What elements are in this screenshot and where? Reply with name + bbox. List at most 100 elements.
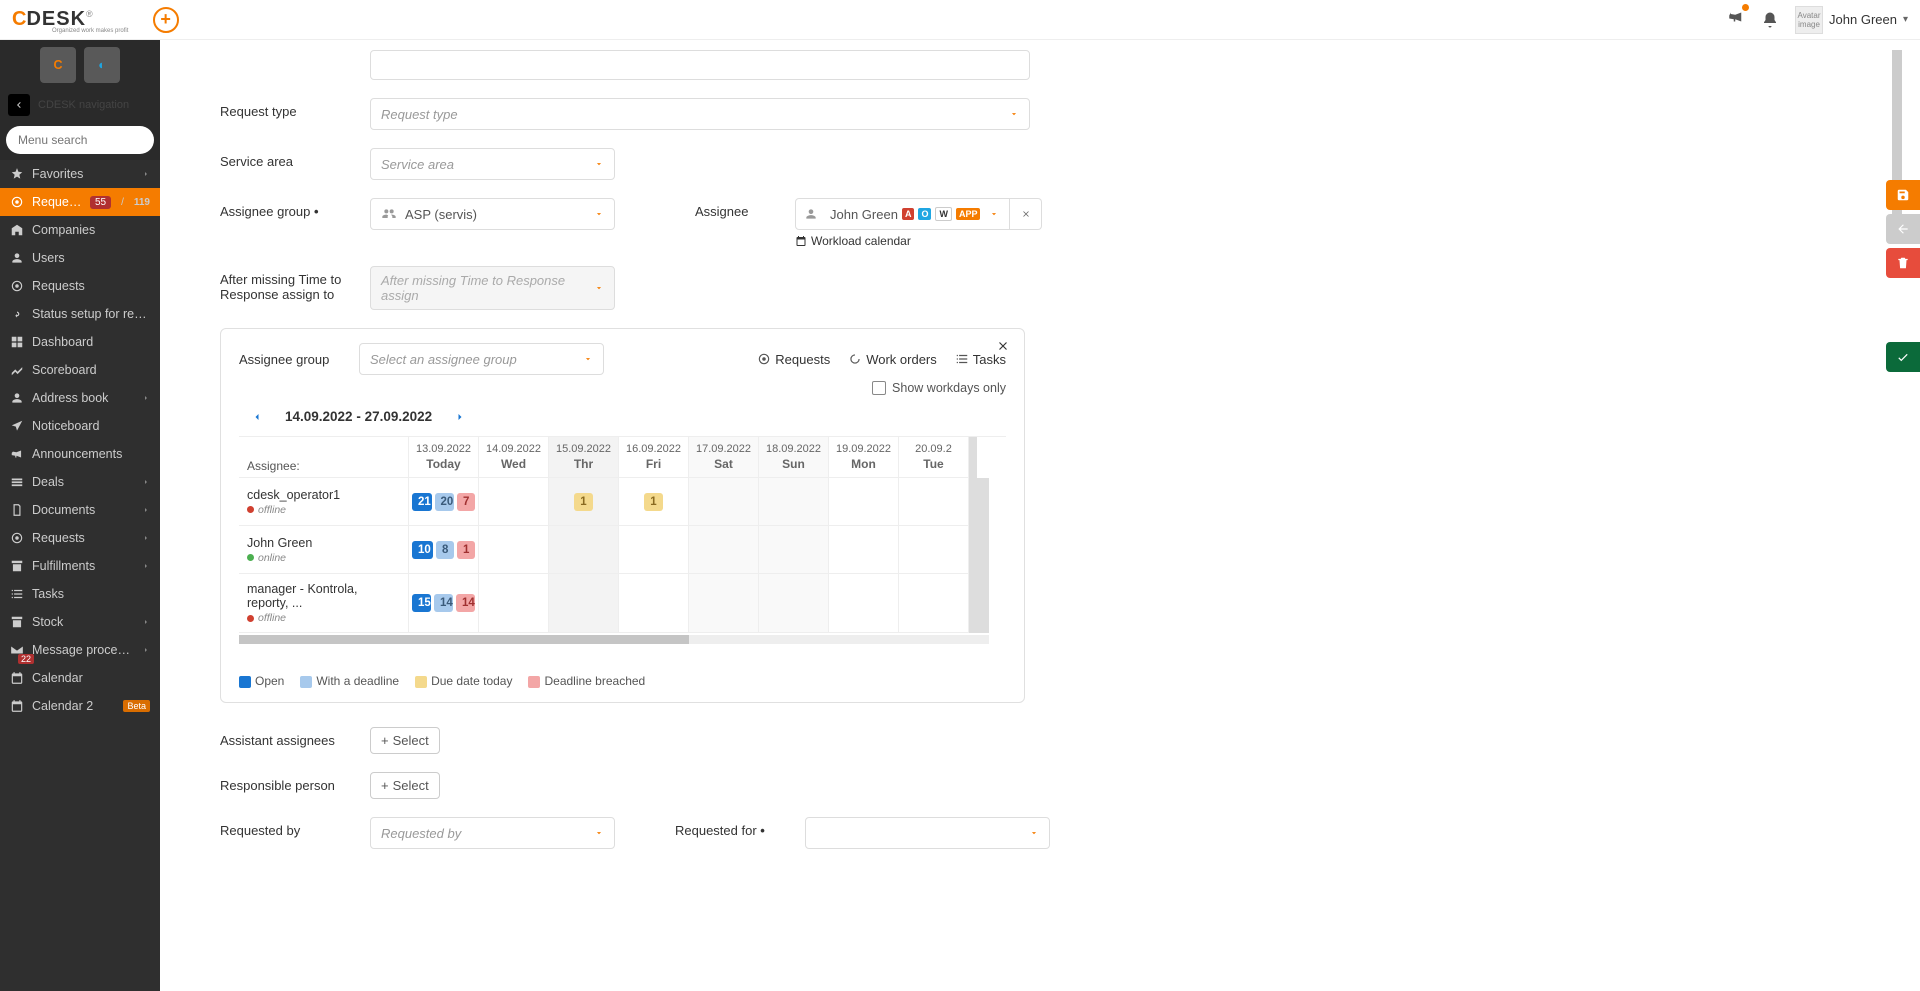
cal-cell[interactable] bbox=[549, 526, 619, 574]
sidebar-item-calendar-2[interactable]: Calendar 2Beta bbox=[0, 692, 160, 720]
workload-chip[interactable]: 1 bbox=[574, 493, 592, 511]
cal-vscroll[interactable] bbox=[969, 574, 989, 633]
requested-by-label: Requested by bbox=[220, 817, 350, 838]
workload-chip[interactable]: 14 bbox=[456, 594, 475, 612]
clear-assignee-button[interactable] bbox=[1010, 198, 1042, 230]
cal-cell[interactable]: 151414 bbox=[409, 574, 479, 633]
chevron-right-icon bbox=[142, 534, 150, 542]
cal-cell[interactable]: 1 bbox=[549, 478, 619, 526]
cal-cell[interactable] bbox=[759, 526, 829, 574]
app-o-button[interactable]: ◐ bbox=[84, 47, 120, 83]
cal-cell[interactable] bbox=[829, 526, 899, 574]
cal-cell[interactable] bbox=[829, 574, 899, 633]
cal-cell[interactable] bbox=[479, 478, 549, 526]
sidebar-item-requests[interactable]: Requests55/119 bbox=[0, 188, 160, 216]
requested-for-select[interactable] bbox=[805, 817, 1050, 849]
bell-icon[interactable] bbox=[1761, 11, 1779, 29]
cal-cell[interactable] bbox=[689, 478, 759, 526]
app-c-button[interactable]: C bbox=[40, 47, 76, 83]
sidebar-item-favorites[interactable]: Favorites bbox=[0, 160, 160, 188]
cal-cell[interactable] bbox=[899, 574, 969, 633]
sidebar-app-switch: C ◐ bbox=[0, 40, 160, 90]
cal-vscroll[interactable] bbox=[969, 526, 989, 574]
cal-hscroll[interactable] bbox=[239, 635, 989, 644]
assignee-select[interactable]: John Green A O W APP bbox=[795, 198, 1010, 230]
cal-vscroll[interactable] bbox=[969, 437, 977, 478]
workload-chip[interactable]: 8 bbox=[436, 541, 454, 559]
workload-chip[interactable]: 21 bbox=[412, 493, 432, 511]
sidebar-item-deals[interactable]: Deals bbox=[0, 468, 160, 496]
sidebar-item-requests[interactable]: Requests bbox=[0, 524, 160, 552]
add-button[interactable]: + bbox=[153, 7, 179, 33]
chevron-down-icon bbox=[594, 828, 604, 838]
save-button[interactable] bbox=[1886, 180, 1920, 210]
cal-cell[interactable] bbox=[689, 574, 759, 633]
sidebar-item-message-processing[interactable]: Message processing22 bbox=[0, 636, 160, 664]
workload-calendar-link[interactable]: Workload calendar bbox=[795, 234, 1042, 248]
cal-cell[interactable] bbox=[899, 526, 969, 574]
responsible-select-button[interactable]: +Select bbox=[370, 772, 440, 799]
cal-cell[interactable] bbox=[689, 526, 759, 574]
service-area-select[interactable]: Service area bbox=[370, 148, 615, 180]
cal-column-header: 19.09.2022Mon bbox=[829, 437, 899, 478]
request-type-select[interactable]: Request type bbox=[370, 98, 1030, 130]
avatar-image: Avatar image bbox=[1795, 6, 1823, 34]
workload-chip[interactable]: 10 bbox=[412, 541, 433, 559]
announcements-icon[interactable] bbox=[1727, 8, 1745, 31]
close-calendar-button[interactable] bbox=[996, 339, 1012, 355]
cal-assignee-group-select[interactable]: Select an assignee group bbox=[359, 343, 604, 375]
cal-cell[interactable] bbox=[829, 478, 899, 526]
workload-chip[interactable]: 1 bbox=[457, 541, 475, 559]
workload-chip[interactable]: 15 bbox=[412, 594, 431, 612]
sidebar-item-noticeboard[interactable]: Noticeboard bbox=[0, 412, 160, 440]
cal-cell[interactable] bbox=[479, 574, 549, 633]
top-empty-field[interactable] bbox=[370, 50, 1030, 80]
show-workdays-checkbox[interactable]: Show workdays only bbox=[872, 381, 1006, 395]
sidebar-item-calendar[interactable]: Calendar bbox=[0, 664, 160, 692]
cal-requests-link[interactable]: Requests bbox=[757, 352, 830, 367]
cal-workorders-link[interactable]: Work orders bbox=[848, 352, 937, 367]
confirm-button[interactable] bbox=[1886, 342, 1920, 372]
requested-by-select[interactable]: Requested by bbox=[370, 817, 615, 849]
after-missing-select[interactable]: After missing Time to Response assign bbox=[370, 266, 615, 310]
cal-cell[interactable] bbox=[899, 478, 969, 526]
sidebar-item-announcements[interactable]: Announcements bbox=[0, 440, 160, 468]
sidebar-item-stock[interactable]: Stock bbox=[0, 608, 160, 636]
cal-vscroll[interactable] bbox=[969, 478, 989, 526]
next-week-button[interactable] bbox=[454, 411, 466, 423]
assistant-assignees-label: Assistant assignees bbox=[220, 727, 350, 748]
sidebar-item-address-book[interactable]: Address book bbox=[0, 384, 160, 412]
workload-chip[interactable]: 7 bbox=[457, 493, 475, 511]
sidebar-item-requests[interactable]: Requests bbox=[0, 272, 160, 300]
assistant-select-button[interactable]: +Select bbox=[370, 727, 440, 754]
delete-button[interactable] bbox=[1886, 248, 1920, 278]
workload-chip[interactable]: 20 bbox=[435, 493, 455, 511]
workload-chip[interactable]: 1 bbox=[644, 493, 662, 511]
sidebar-item-users[interactable]: Users bbox=[0, 244, 160, 272]
prev-week-button[interactable] bbox=[251, 411, 263, 423]
cal-cell[interactable]: 1081 bbox=[409, 526, 479, 574]
cal-cell[interactable] bbox=[619, 526, 689, 574]
sidebar-item-documents[interactable]: Documents bbox=[0, 496, 160, 524]
menu-search-input[interactable] bbox=[6, 126, 154, 154]
assignee-group-select[interactable]: ASP (servis) bbox=[370, 198, 615, 230]
sidebar-item-label: Deals bbox=[32, 475, 134, 489]
sidebar-item-fulfillments[interactable]: Fulfillments bbox=[0, 552, 160, 580]
sidebar-item-companies[interactable]: Companies bbox=[0, 216, 160, 244]
cal-cell[interactable]: 1 bbox=[619, 478, 689, 526]
workload-chip[interactable]: 14 bbox=[434, 594, 453, 612]
menu-icon bbox=[10, 335, 24, 349]
sidebar-item-dashboard[interactable]: Dashboard bbox=[0, 328, 160, 356]
cal-cell[interactable] bbox=[549, 574, 619, 633]
cal-cell[interactable] bbox=[759, 478, 829, 526]
sidebar-item-scoreboard[interactable]: Scoreboard bbox=[0, 356, 160, 384]
cal-cell[interactable] bbox=[479, 526, 549, 574]
cal-cell[interactable]: 21207 bbox=[409, 478, 479, 526]
cal-cell[interactable] bbox=[619, 574, 689, 633]
sidebar-item-tasks[interactable]: Tasks bbox=[0, 580, 160, 608]
user-menu[interactable]: Avatar image John Green ▾ bbox=[1795, 6, 1908, 34]
cal-cell[interactable] bbox=[759, 574, 829, 633]
sidebar-item-status-setup-for-request[interactable]: Status setup for request bbox=[0, 300, 160, 328]
collapse-sidebar-button[interactable] bbox=[8, 94, 30, 116]
back-button[interactable] bbox=[1886, 214, 1920, 244]
